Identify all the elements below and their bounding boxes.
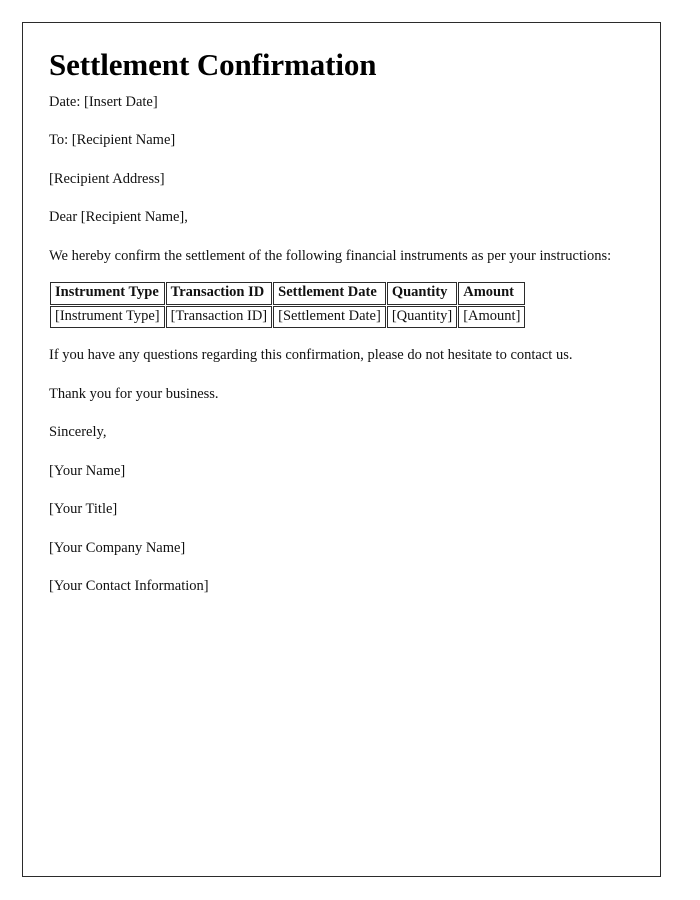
- cell-amount: [Amount]: [458, 305, 526, 329]
- column-header-quantity: Quantity: [386, 282, 458, 305]
- document-page: Settlement Confirmation Date: [Insert Da…: [22, 22, 661, 877]
- page-title: Settlement Confirmation: [49, 47, 377, 82]
- date-line: Date: [Insert Date]: [49, 93, 158, 110]
- column-header-instrument-type: Instrument Type: [50, 282, 165, 305]
- recipient-name-line: To: [Recipient Name]: [49, 132, 176, 149]
- closing-line: Sincerely,: [49, 424, 107, 441]
- cell-quantity: [Quantity]: [386, 305, 458, 329]
- instruments-table: Instrument Type Transaction ID Settlemen…: [49, 281, 526, 329]
- salutation-line: Dear [Recipient Name],: [49, 209, 188, 226]
- column-header-amount: Amount: [458, 282, 526, 305]
- signature-contact: [Your Contact Information]: [49, 578, 209, 595]
- table-row: [Instrument Type] [Transaction ID] [Sett…: [50, 305, 526, 329]
- column-header-transaction-id: Transaction ID: [165, 282, 273, 305]
- table-body: [Instrument Type] [Transaction ID] [Sett…: [50, 305, 526, 329]
- cell-instrument-type: [Instrument Type]: [50, 305, 165, 329]
- questions-paragraph: If you have any questions regarding this…: [49, 347, 573, 364]
- signature-company: [Your Company Name]: [49, 539, 186, 556]
- recipient-address-line: [Recipient Address]: [49, 170, 165, 187]
- intro-paragraph: We hereby confirm the settlement of the …: [49, 247, 612, 264]
- cell-transaction-id: [Transaction ID]: [165, 305, 273, 329]
- signature-title: [Your Title]: [49, 501, 118, 518]
- cell-settlement-date: [Settlement Date]: [273, 305, 386, 329]
- column-header-settlement-date: Settlement Date: [273, 282, 386, 305]
- signature-name: [Your Name]: [49, 462, 126, 479]
- table-header-row: Instrument Type Transaction ID Settlemen…: [50, 282, 526, 305]
- document-body: Settlement Confirmation Date: [Insert Da…: [23, 23, 660, 596]
- thanks-paragraph: Thank you for your business.: [49, 385, 219, 402]
- table-header: Instrument Type Transaction ID Settlemen…: [50, 282, 526, 305]
